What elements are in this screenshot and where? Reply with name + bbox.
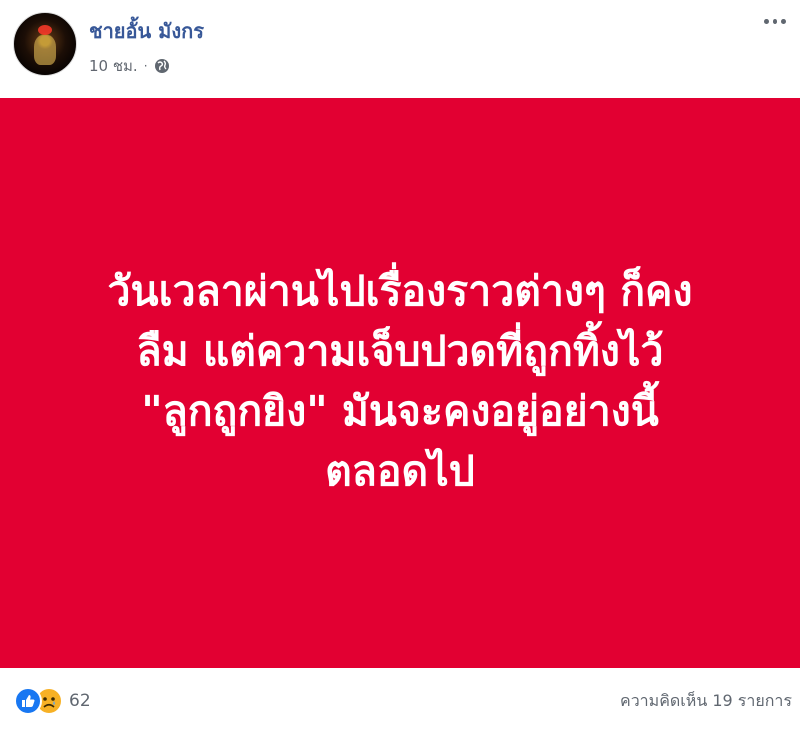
globe-icon[interactable] [154, 58, 170, 74]
avatar-figure [34, 35, 56, 65]
post-footer: 62 ความคิดเห็น 19 รายการ [0, 668, 800, 732]
reactions-summary[interactable]: 62 [14, 687, 91, 715]
post-header: ชายอั้น มังกร 10 ชม. · [0, 0, 800, 98]
post-text-line: "ลูกถูกยิง" มันจะคงอยู่อย่างนี้ [141, 387, 659, 435]
post-text: วันเวลาผ่านไปเรื่องราวต่างๆ ก็คง ลืม แต่… [80, 261, 720, 501]
post-meta: 10 ชม. · [89, 56, 170, 76]
post-text-line: ลืม แต่ความเจ็บปวดที่ถูกทิ้งไว้ [136, 327, 664, 375]
like-icon [14, 687, 42, 715]
post-text-line: ตลอดไป [325, 447, 475, 495]
meta-separator: · [143, 59, 148, 73]
author-avatar[interactable] [13, 12, 77, 76]
post-text-line: วันเวลาผ่านไปเรื่องราวต่างๆ ก็คง [107, 267, 693, 315]
post-timestamp[interactable]: 10 ชม. [89, 56, 138, 76]
avatar-halo [38, 25, 52, 35]
reaction-count: 62 [69, 691, 91, 711]
text-post-card[interactable]: วันเวลาผ่านไปเรื่องราวต่างๆ ก็คง ลืม แต่… [0, 98, 800, 668]
author-name[interactable]: ชายอั้น มังกร [89, 18, 204, 44]
more-options-icon[interactable] [764, 16, 787, 26]
comments-count-link[interactable]: ความคิดเห็น 19 รายการ [620, 689, 792, 714]
